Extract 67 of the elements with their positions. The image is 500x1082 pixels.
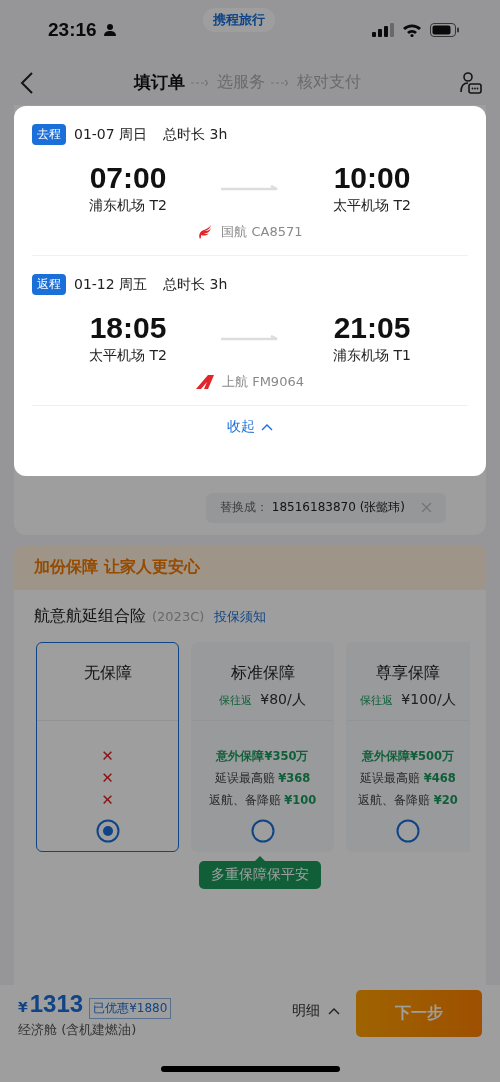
signal-icon	[372, 23, 394, 37]
replace-label: 替换成：	[219, 499, 268, 516]
plan-price: ¥100/人	[401, 691, 456, 709]
flight-duration: 总时长 3h	[163, 275, 228, 294]
battery-icon	[430, 23, 460, 37]
plan-feature: 返航、备降赔 ¥20	[358, 793, 458, 807]
airline-logo-icon	[196, 375, 215, 389]
radio-button[interactable]	[95, 819, 120, 843]
cross-icon: ✕	[101, 771, 114, 785]
arrive-time: 21:05	[333, 311, 411, 345]
cross-icon: ✕	[101, 793, 114, 807]
airline-flight: 国航 CA8571	[221, 223, 303, 241]
caret-icon	[261, 423, 273, 431]
trip-tag: 去程	[32, 124, 66, 145]
arrive-airport: 浦东机场 T1	[333, 347, 411, 365]
depart-airport: 浦东机场 T2	[89, 197, 167, 215]
replace-phone-tip[interactable]: 替换成： 18516183870 (张懿玮)	[205, 493, 446, 523]
plan-card[interactable]: 标准保障 保往返 ¥80/人 意外保障¥350万 延误最高赔 ¥368 返航、备降赔 ¥100	[191, 642, 334, 852]
clock-time: 23:16	[48, 19, 97, 41]
airline-logo-icon	[197, 224, 214, 240]
person-icon	[102, 23, 117, 37]
depart-time: 07:00	[89, 161, 167, 195]
radio-button[interactable]	[250, 819, 275, 843]
plan-card[interactable]: 尊享保障 保往返 ¥100/人 意外保障¥500万 延误最高赔 ¥468 返航、备降赔 ¥20	[346, 642, 470, 852]
plan-tag: 保往返	[219, 693, 253, 708]
plan-feature: 意外保障¥500万	[362, 749, 454, 763]
step-arrow-icon	[190, 78, 211, 87]
radio-button[interactable]	[396, 819, 420, 843]
depart-time: 18:05	[89, 311, 167, 345]
wifi-icon	[402, 23, 422, 37]
cross-icon: ✕	[101, 749, 114, 763]
plan-name: 标准保障	[230, 663, 295, 684]
back-icon[interactable]	[20, 71, 34, 94]
total-price: 1313	[29, 990, 84, 1018]
plan-feature: 意外保障¥350万	[216, 749, 309, 763]
step-arrow-icon	[270, 78, 291, 87]
flight-date: 01-07 周日	[74, 125, 148, 144]
replace-phone: 18516183870 (张懿玮)	[271, 499, 405, 516]
arrive-airport: 太平机场 T2	[333, 197, 411, 215]
airline-flight: 上航 FM9064	[222, 373, 304, 391]
caret-icon	[328, 1007, 340, 1015]
price-currency: ¥	[18, 999, 28, 1015]
collapse-button[interactable]: 收起	[227, 418, 273, 436]
trip-tag: 返程	[32, 274, 66, 295]
plan-tooltip: 多重保障保平安	[199, 861, 321, 889]
plan-feature: 延误最高赔 ¥368	[214, 771, 311, 785]
terms-link[interactable]: 投保须知	[214, 608, 267, 626]
plan-tag: 保往返	[360, 693, 394, 708]
plan-card[interactable]: 无保障 ✕ ✕ ✕	[36, 642, 179, 852]
banner-text: 加份保障 让家人更安心	[34, 557, 200, 578]
step-tab[interactable]: 填订单	[133, 71, 185, 94]
detail-button[interactable]: 明细	[292, 1002, 340, 1020]
app-badge: 携程旅行	[203, 8, 275, 32]
insurance-title: 航意航延组合险	[34, 606, 146, 627]
discount-tag: 已优惠¥1880	[89, 998, 172, 1019]
customer-service-icon[interactable]	[460, 71, 482, 94]
arrive-time: 10:00	[333, 161, 411, 195]
plan-feature: 返航、备降赔 ¥100	[208, 793, 317, 807]
flight-duration: 总时长 3h	[163, 125, 228, 144]
plan-name: 尊享保障	[376, 663, 440, 684]
plan-feature: 延误最高赔 ¥468	[360, 771, 456, 785]
cabin-class: 经济舱 (含机建燃油)	[18, 1021, 138, 1039]
plan-name: 无保障	[83, 663, 132, 684]
plan-price: ¥80/人	[260, 691, 306, 709]
flight-date: 01-12 周五	[74, 275, 148, 294]
depart-airport: 太平机场 T2	[89, 347, 167, 365]
tooltip-pointer-icon	[255, 856, 265, 861]
